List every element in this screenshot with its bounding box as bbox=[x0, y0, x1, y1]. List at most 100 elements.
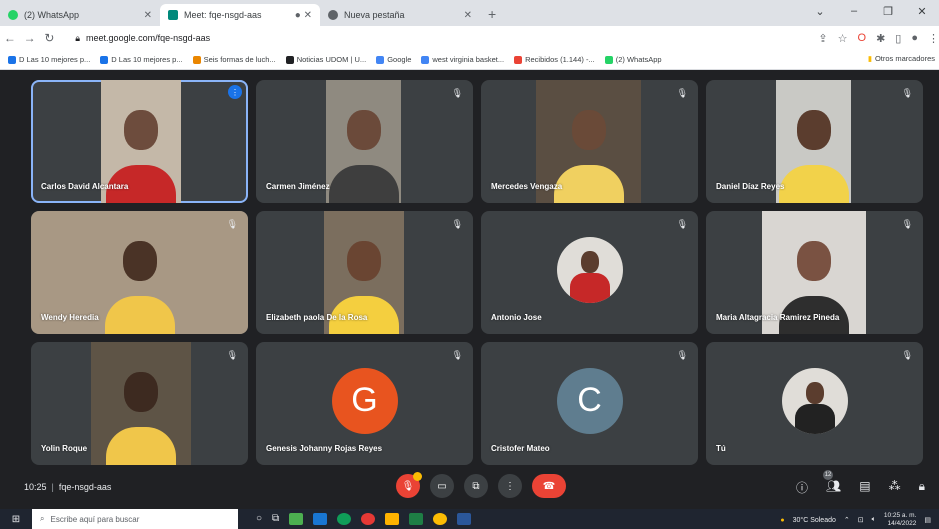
mic-muted-icon: 🎙︎ bbox=[901, 350, 913, 360]
participant-tile[interactable]: Wendy Heredia 🎙︎ bbox=[31, 211, 248, 334]
taskbar-clock[interactable]: 10:25 a. m. 14/4/2022 bbox=[884, 512, 917, 528]
close-icon[interactable]: ✕ bbox=[464, 10, 472, 21]
people-icon[interactable]: 👥︎ 12 bbox=[823, 470, 841, 496]
windows-taskbar: ⊞ ⌕ Escribe aquí para buscar ○ ⧉ ● 30°C … bbox=[0, 509, 939, 529]
share-icon[interactable]: ⇪ bbox=[818, 32, 827, 45]
bookmark-icon bbox=[514, 55, 523, 64]
star-icon[interactable]: ☆ bbox=[838, 32, 848, 45]
host-controls-icon[interactable]: 🔒︎ bbox=[919, 479, 925, 496]
cortana-icon[interactable]: ○ bbox=[256, 513, 262, 525]
tab-new[interactable]: Nueva pestaña ✕ bbox=[320, 4, 480, 26]
more-options-button[interactable]: ⋮ bbox=[498, 474, 522, 498]
participant-tile[interactable]: Antonio Jose 🎙︎ bbox=[481, 211, 698, 334]
camera-button[interactable]: ▭ bbox=[430, 474, 454, 498]
edge-app-icon[interactable] bbox=[337, 513, 352, 525]
meet-icon bbox=[168, 10, 178, 20]
windows-start-button[interactable]: ⊞ bbox=[0, 514, 32, 525]
files-app-icon[interactable] bbox=[385, 513, 400, 525]
participant-tile[interactable]: Tú 🎙︎ bbox=[706, 342, 923, 465]
present-button[interactable]: ⧉ bbox=[464, 474, 488, 498]
participant-avatar: G bbox=[331, 367, 398, 434]
maximize-button[interactable]: ❐ bbox=[871, 5, 905, 18]
bookmark-item[interactable]: Recibidos (1.144) -... bbox=[514, 55, 595, 64]
extensions-icon[interactable]: ✱ bbox=[876, 32, 885, 45]
person-head bbox=[122, 240, 157, 281]
separator: | bbox=[51, 482, 54, 492]
reload-button[interactable]: ↻ bbox=[40, 31, 60, 45]
menu-icon[interactable]: ⋮ bbox=[928, 32, 939, 45]
mic-button[interactable]: 🎙︎ bbox=[396, 472, 422, 498]
sidepanel-icon[interactable]: ▯ bbox=[895, 32, 901, 45]
word-app-icon[interactable] bbox=[457, 513, 472, 525]
bookmark-item[interactable]: (2) WhatsApp bbox=[604, 55, 662, 64]
mic-muted-icon: 🎙︎ bbox=[451, 350, 463, 360]
bookmark-item[interactable]: Noticias UDOM | U... bbox=[285, 55, 366, 64]
chevron-up-icon[interactable]: ⌃ bbox=[844, 516, 850, 524]
forward-button[interactable]: → bbox=[20, 31, 40, 45]
notifications-icon[interactable]: ▤ bbox=[924, 516, 931, 524]
participant-tile[interactable]: Maria Altagracia Ramirez Pineda 🎙︎ bbox=[706, 211, 923, 334]
participant-tile[interactable]: Carlos David Alcantara ⋮ bbox=[31, 80, 248, 203]
opera-icon[interactable]: O bbox=[858, 32, 867, 45]
mic-muted-icon: 🎙︎ bbox=[901, 219, 913, 229]
tab-meet[interactable]: Meet: fqe-nsgd-aas ● ✕ bbox=[160, 4, 320, 26]
mic-muted-icon: 🎙︎ bbox=[226, 219, 238, 229]
bookmark-item[interactable]: D Las 10 mejores p... bbox=[8, 55, 90, 64]
participant-name: Antonio Jose bbox=[491, 313, 542, 322]
mic-muted-icon: 🎙︎ bbox=[226, 350, 238, 360]
participant-tile[interactable]: Carmen Jiménez 🎙︎ bbox=[256, 80, 473, 203]
bookmark-item[interactable]: Google bbox=[376, 55, 411, 64]
activities-icon[interactable]: ⁂ bbox=[889, 479, 901, 496]
bookmark-icon bbox=[100, 55, 109, 64]
close-icon[interactable]: ● ✕ bbox=[295, 10, 312, 21]
participant-tile[interactable]: Daniel Díaz Reyes 🎙︎ bbox=[706, 80, 923, 203]
close-window-button[interactable]: ✕ bbox=[905, 5, 939, 18]
participant-name: Maria Altagracia Ramirez Pineda bbox=[716, 313, 840, 322]
participant-name: Tú bbox=[716, 444, 726, 453]
bookmark-label: (2) WhatsApp bbox=[615, 55, 662, 64]
toolbar-icons: ⇪ ☆ O ✱ ▯ ● ⋮ bbox=[818, 32, 939, 45]
close-icon[interactable]: ✕ bbox=[144, 10, 152, 21]
profile-icon[interactable]: ● bbox=[911, 32, 918, 45]
tab-label: Nueva pestaña bbox=[344, 10, 405, 20]
participant-tile[interactable]: C Cristofer Mateo 🎙︎ bbox=[481, 342, 698, 465]
calendar-app-icon[interactable] bbox=[289, 513, 304, 525]
bookmark-label: west virginia basket... bbox=[432, 55, 505, 64]
participant-tile[interactable]: Yolin Roque 🎙︎ bbox=[31, 342, 248, 465]
bookmark-item[interactable]: west virginia basket... bbox=[421, 55, 504, 64]
tab-whatsapp[interactable]: (2) WhatsApp ✕ bbox=[0, 4, 160, 26]
new-tab-button[interactable]: + bbox=[480, 6, 504, 26]
bookmark-item[interactable]: Seis formas de luch... bbox=[192, 55, 276, 64]
bookmark-label: Recibidos (1.144) -... bbox=[525, 55, 595, 64]
leave-call-button[interactable]: ☎︎ bbox=[532, 474, 566, 498]
participant-tile[interactable]: Elizabeth paola De la Rosa 🎙︎ bbox=[256, 211, 473, 334]
taskbar-search-input[interactable]: ⌕ Escribe aquí para buscar bbox=[32, 509, 238, 529]
weather-text: 30°C Soleado bbox=[792, 516, 836, 524]
volume-icon[interactable]: 🔈︎ bbox=[872, 516, 876, 524]
address-bar: ← → ↻ 🔒︎ meet.google.com/fqe-nsgd-aas ⇪ … bbox=[0, 26, 939, 50]
other-bookmarks[interactable]: ▮ Otros marcadores bbox=[868, 54, 935, 63]
store-app-icon[interactable] bbox=[313, 513, 328, 525]
url-input[interactable]: 🔒︎ meet.google.com/fqe-nsgd-aas bbox=[67, 29, 778, 47]
taskview-icon[interactable]: ⧉ bbox=[272, 513, 279, 525]
network-icon[interactable]: ⊡ bbox=[858, 516, 864, 524]
participant-tile[interactable]: Mercedes Vengaza 🎙︎ bbox=[481, 80, 698, 203]
info-icon[interactable]: ⓘ bbox=[796, 479, 808, 496]
minimize-button[interactable]: – bbox=[837, 5, 871, 17]
participant-name: Wendy Heredia bbox=[41, 313, 99, 322]
search-placeholder: Escribe aquí para buscar bbox=[50, 514, 140, 524]
person-head bbox=[346, 109, 381, 150]
bookmark-item[interactable]: D Las 10 mejores p... bbox=[100, 55, 183, 64]
meeting-controls-bar: 10:25 | fqe-nsgd-aas 🎙︎ ▭ ⧉ ⋮ ☎︎ ⓘ 👥︎ 12 … bbox=[0, 470, 939, 508]
whatsapp-icon bbox=[8, 10, 18, 20]
camera-icon: ▭ bbox=[437, 480, 447, 492]
chevron-down-icon[interactable]: ⌄ bbox=[803, 5, 837, 18]
participant-tile[interactable]: G Genesis Johanny Rojas Reyes 🎙︎ bbox=[256, 342, 473, 465]
chrome-app-icon[interactable] bbox=[433, 513, 448, 525]
opera-app-icon[interactable] bbox=[361, 513, 376, 525]
participant-avatar bbox=[781, 367, 848, 434]
hangup-icon: ☎︎ bbox=[542, 480, 556, 492]
back-button[interactable]: ← bbox=[0, 31, 20, 45]
excel-app-icon[interactable] bbox=[409, 513, 424, 525]
chat-icon[interactable]: ▤ bbox=[859, 479, 870, 496]
